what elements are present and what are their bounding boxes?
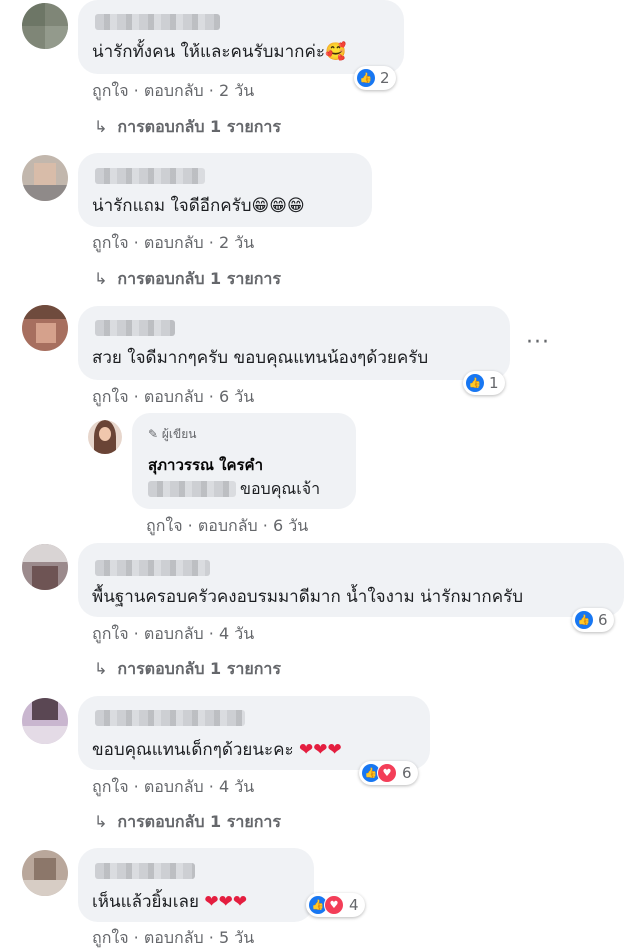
reply-action[interactable]: ตอบกลับ (198, 516, 258, 535)
reaction-count[interactable]: 👍 2 (354, 66, 396, 90)
author-badge: ✎ ผู้เขียน (148, 427, 197, 441)
reply-text: ขอบคุณเจ้า (240, 479, 321, 498)
more-options-icon[interactable]: ··· (526, 330, 550, 355)
reply-arrow-icon: ↳ (94, 812, 108, 831)
like-action[interactable]: ถูกใจ (92, 387, 129, 406)
reply-arrow-icon: ↳ (94, 269, 108, 288)
reply-action[interactable]: ตอบกลับ (144, 777, 204, 796)
comment-text: ขอบคุณแทนเด็กๆด้วยนะคะ ❤❤❤ (92, 740, 342, 760)
comment-time[interactable]: 6 วัน (219, 387, 254, 406)
author-avatar[interactable] (88, 420, 122, 454)
reply-arrow-icon: ↳ (94, 659, 108, 678)
reply-arrow-icon: ↳ (94, 117, 108, 136)
commenter-name-blurred[interactable] (95, 320, 175, 336)
view-replies-link[interactable]: ↳ การตอบกลับ 1 รายการ (94, 267, 281, 292)
comment-actions: ถูกใจ · ตอบกลับ · 6 วัน (92, 387, 255, 406)
comment-actions: ถูกใจ · ตอบกลับ · 2 วัน (92, 233, 255, 252)
comment-actions: ถูกใจ · ตอบกลับ · 2 วัน (92, 81, 255, 100)
comment-actions: ถูกใจ · ตอบกลับ · 4 วัน (92, 624, 255, 643)
reply-action[interactable]: ตอบกลับ (144, 387, 204, 406)
commenter-name-blurred[interactable] (95, 168, 205, 184)
like-action[interactable]: ถูกใจ (92, 928, 129, 947)
reaction-count[interactable]: 👍 ♥ 6 (359, 761, 418, 785)
comment-text: น่ารักแถม ใจดีอีกครับ😁😁😁 (92, 196, 305, 216)
reply-action[interactable]: ตอบกลับ (144, 81, 204, 100)
view-replies-link[interactable]: ↳ การตอบกลับ 1 รายการ (94, 657, 281, 682)
like-action[interactable]: ถูกใจ (92, 81, 129, 100)
reaction-count[interactable]: 👍 1 (463, 371, 505, 395)
view-replies-link[interactable]: ↳ การตอบกลับ 1 รายการ (94, 810, 281, 835)
commenter-name-blurred[interactable] (95, 560, 210, 576)
heart-emoji: ❤❤❤ (204, 892, 248, 912)
like-icon: 👍 (575, 611, 593, 629)
reaction-count[interactable]: 👍 ♥ 4 (306, 893, 365, 917)
pencil-icon: ✎ (148, 427, 159, 441)
reply-action[interactable]: ตอบกลับ (144, 233, 204, 252)
reply-actions: ถูกใจ · ตอบกลับ · 6 วัน (146, 516, 309, 535)
like-icon: 👍 (357, 69, 375, 87)
comment-thread: น่ารักทั้งคน ให้และคนรับมากค่ะ🥰 👍 2 ถูกใจ… (0, 0, 640, 949)
like-action[interactable]: ถูกใจ (92, 233, 129, 252)
like-action[interactable]: ถูกใจ (92, 624, 129, 643)
comment-actions: ถูกใจ · ตอบกลับ · 4 วัน (92, 777, 255, 796)
comment-text: เห็นแล้วยิ้มเลย ❤❤❤ (92, 892, 248, 912)
avatar[interactable] (22, 698, 68, 744)
comment-time[interactable]: 4 วัน (219, 777, 254, 796)
commenter-name-blurred[interactable] (95, 863, 195, 879)
reply-time[interactable]: 6 วัน (273, 516, 308, 535)
avatar[interactable] (22, 3, 68, 49)
avatar[interactable] (22, 155, 68, 201)
reply-action[interactable]: ตอบกลับ (144, 624, 204, 643)
like-action[interactable]: ถูกใจ (92, 777, 129, 796)
reply-action[interactable]: ตอบกลับ (144, 928, 204, 947)
comment-text: น่ารักทั้งคน ให้และคนรับมากค่ะ🥰 (92, 42, 347, 62)
comment-time[interactable]: 4 วัน (219, 624, 254, 643)
comment-time[interactable]: 5 วัน (219, 928, 254, 947)
author-name[interactable]: สุภาวรรณ ใครคำ (148, 453, 263, 477)
commenter-name-blurred[interactable] (95, 710, 245, 726)
like-icon: 👍 (466, 374, 484, 392)
view-replies-link[interactable]: ↳ การตอบกลับ 1 รายการ (94, 115, 281, 140)
comment-time[interactable]: 2 วัน (219, 81, 254, 100)
love-icon: ♥ (377, 763, 397, 783)
avatar[interactable] (22, 850, 68, 896)
avatar[interactable] (22, 305, 68, 351)
comment-time[interactable]: 2 วัน (219, 233, 254, 252)
comment-text: สวย ใจดีมากๆครับ ขอบคุณแทนน้องๆด้วยครับ (92, 348, 429, 368)
comment-text: พื้นฐานครอบครัวคงอบรมมาดีมาก น้ำใจงาม น่… (92, 587, 523, 607)
reaction-count[interactable]: 👍 6 (572, 608, 614, 632)
heart-emoji: ❤❤❤ (299, 740, 342, 760)
like-action[interactable]: ถูกใจ (146, 516, 183, 535)
comment-actions: ถูกใจ · ตอบกลับ · 5 วัน (92, 928, 255, 947)
love-icon: ♥ (324, 895, 344, 915)
commenter-name-blurred[interactable] (95, 14, 220, 30)
mentioned-name-blurred[interactable] (148, 481, 236, 497)
avatar[interactable] (22, 544, 68, 590)
